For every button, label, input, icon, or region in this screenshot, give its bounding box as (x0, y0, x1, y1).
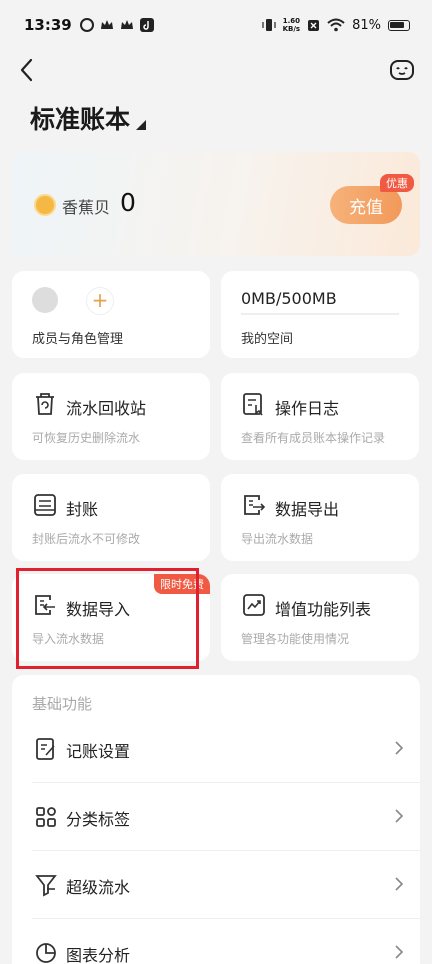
recycle-bin-icon (36, 393, 54, 415)
members-card[interactable]: + 成员与角色管理 (12, 271, 210, 358)
seal-account-card[interactable]: 封账 封账后流水不可修改 (12, 474, 210, 561)
data-export-card[interactable]: 数据导出 导出流水数据 (221, 474, 419, 561)
bookkeeping-settings-icon (36, 738, 55, 760)
value-added-icon (243, 594, 265, 616)
promo-badge: 优惠 (380, 174, 414, 192)
category-tags-icon (36, 807, 56, 827)
wallet-balance: 0 (120, 188, 136, 217)
super-flow-icon (35, 875, 57, 897)
avatar (32, 287, 58, 313)
vibrate-icon (262, 19, 276, 31)
book-title: 标准账本 (30, 105, 131, 134)
book-title-dropdown[interactable]: 标准账本 (30, 100, 147, 136)
row-label: 超级流水 (66, 878, 131, 897)
back-arrow-icon[interactable] (14, 56, 42, 84)
dropdown-triangle-icon (136, 120, 147, 130)
storage-card[interactable]: 0MB/500MB 我的空间 (221, 271, 419, 358)
notification-icons (79, 18, 154, 32)
crown-icon (100, 20, 113, 29)
value-added-card[interactable]: 增值功能列表 管理各功能使用情况 (221, 574, 419, 661)
operation-log-card[interactable]: 操作日志 查看所有成员账本操作记录 (221, 373, 419, 460)
super-flow-row[interactable]: 超级流水 (12, 851, 420, 919)
chart-analysis-icon (36, 943, 56, 963)
wallet-label: 香蕉贝 (62, 198, 111, 217)
card-subtitle: 导出流水数据 (241, 532, 314, 546)
storage-usage: 0MB/500MB (241, 289, 337, 308)
app-notification-icon (79, 18, 94, 32)
storage-label: 我的空间 (241, 332, 294, 347)
card-title: 增值功能列表 (275, 600, 372, 619)
section-title: 基础功能 (32, 695, 93, 713)
battery-percent: 81% (352, 17, 381, 33)
basic-functions-section: 基础功能 记账设置 分类标签 超级流水 图表分析 (12, 675, 420, 964)
card-subtitle: 管理各功能使用情况 (241, 632, 350, 646)
card-subtitle: 封账后流水不可修改 (32, 532, 141, 546)
card-subtitle: 查看所有成员账本操作记录 (241, 431, 386, 445)
category-tags-row[interactable]: 分类标签 (12, 783, 420, 851)
highlight-box (16, 568, 199, 669)
status-time: 13:39 (24, 16, 72, 34)
status-bar: 13:39 1.60 KB/s 81% (0, 0, 432, 50)
add-member-button[interactable]: + (86, 287, 114, 315)
sim-off-icon (308, 19, 320, 31)
wallet-card: 香蕉贝 0 充值 优惠 (12, 152, 420, 256)
members-label: 成员与角色管理 (32, 332, 124, 347)
wifi-icon (327, 18, 345, 32)
row-label: 记账设置 (66, 742, 131, 761)
card-title: 封账 (66, 500, 99, 519)
chart-analysis-row[interactable]: 图表分析 (12, 919, 420, 964)
seal-account-icon (34, 494, 56, 516)
battery-icon (388, 19, 410, 31)
top-bar (0, 50, 432, 90)
row-label: 分类标签 (66, 810, 131, 829)
bookkeeping-settings-row[interactable]: 记账设置 (12, 715, 420, 783)
row-label: 图表分析 (66, 946, 131, 964)
banana-coin-icon (34, 194, 56, 216)
storage-progress-bar (241, 313, 399, 315)
operation-log-icon (243, 393, 263, 416)
net-speed: 1.60 KB/s (282, 17, 301, 33)
data-export-icon (244, 495, 266, 515)
chevron-right-icon (395, 945, 404, 959)
card-title: 数据导出 (275, 500, 340, 519)
chevron-right-icon (395, 809, 404, 823)
tiktok-icon (139, 18, 154, 32)
crown-icon-2 (120, 20, 133, 29)
chevron-right-icon (395, 741, 404, 755)
chevron-right-icon (395, 877, 404, 891)
card-subtitle: 可恢复历史删除流水 (32, 431, 141, 445)
status-right: 1.60 KB/s 81% (262, 17, 410, 33)
customer-service-icon[interactable] (388, 56, 416, 84)
recycle-bin-card[interactable]: 流水回收站 可恢复历史删除流水 (12, 373, 210, 460)
card-title: 操作日志 (275, 399, 340, 418)
card-title: 流水回收站 (66, 399, 147, 418)
